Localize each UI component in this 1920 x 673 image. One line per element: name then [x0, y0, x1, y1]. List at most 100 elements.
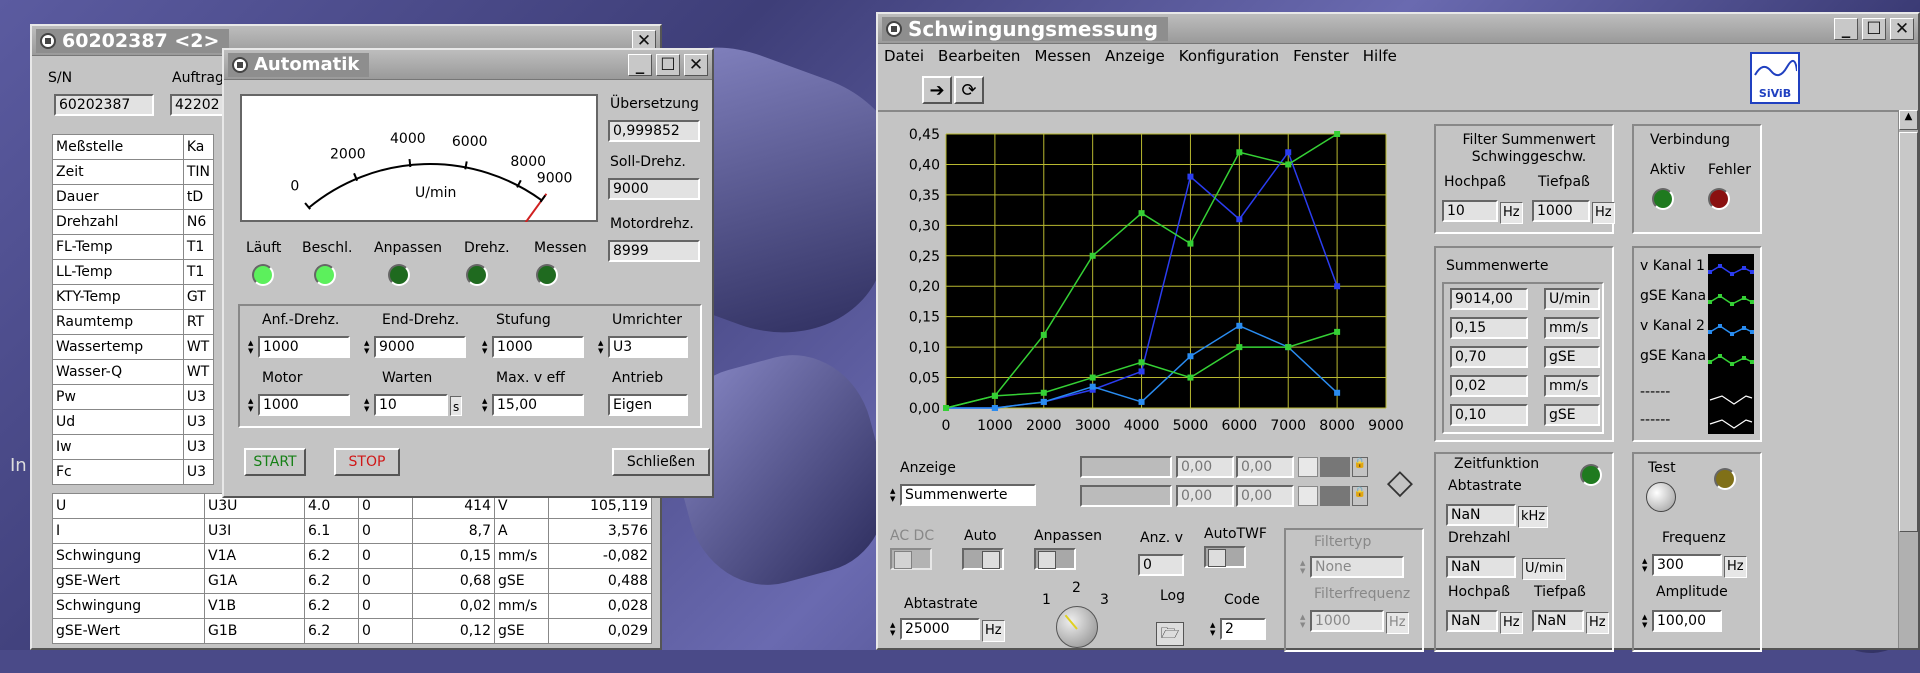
folder-icon[interactable]: 🗁: [1156, 622, 1184, 646]
abtast-field[interactable]: 25000: [900, 618, 980, 640]
table-row[interactable]: Schwingung V1A 6.2 0 0,15 mm/s -0,082: [52, 543, 652, 569]
end-field[interactable]: 9000: [374, 336, 466, 358]
table-row[interactable]: LL-Temp T1: [52, 259, 215, 285]
menu-messen[interactable]: Messen: [1034, 47, 1091, 65]
stepper-icon[interactable]: ▲ ▼: [1300, 610, 1308, 632]
auftrag-field[interactable]: 42202: [170, 94, 230, 116]
table-row[interactable]: Wassertemp WT: [52, 334, 215, 360]
stepper-icon[interactable]: ▲ ▼: [890, 618, 898, 640]
status-led: [536, 264, 558, 286]
table-row[interactable]: gSE-Wert G1A 6.2 0 0,68 gSE 0,488: [52, 568, 652, 594]
anpassen-switch[interactable]: [1034, 548, 1076, 570]
menu-anzeige[interactable]: Anzeige: [1105, 47, 1165, 65]
table-row[interactable]: Dauer tD: [52, 184, 215, 210]
refresh-icon[interactable]: ⟳: [954, 76, 984, 104]
stepper-icon[interactable]: ▲ ▼: [364, 336, 372, 358]
sn-label: S/N: [48, 70, 73, 86]
lock-icon[interactable]: 🔒: [1352, 486, 1368, 506]
tp-field[interactable]: 1000: [1532, 200, 1590, 222]
code-field[interactable]: 2: [1220, 618, 1266, 640]
stepper-icon[interactable]: ▲ ▼: [1642, 554, 1650, 576]
anf-field[interactable]: 1000: [258, 336, 350, 358]
table-row[interactable]: Ud U3: [52, 409, 215, 435]
auto-switch[interactable]: [962, 548, 1004, 570]
filtertyp-field[interactable]: None: [1310, 556, 1404, 578]
table-row[interactable]: Raumtemp RT: [52, 309, 215, 335]
acdc-switch[interactable]: [890, 548, 932, 570]
uebersetzung-field[interactable]: 0,999852: [608, 120, 700, 142]
anzeige-field[interactable]: Summenwerte: [900, 484, 1036, 506]
stepper-icon[interactable]: ▲ ▼: [364, 394, 372, 416]
stepper-icon[interactable]: ▲ ▼: [482, 394, 490, 416]
hp-field[interactable]: 10: [1442, 200, 1498, 222]
filterfreq-field[interactable]: 1000: [1310, 610, 1384, 632]
table-cell: KTY-Temp: [52, 284, 184, 310]
table-row[interactable]: Drehzahl N6: [52, 209, 215, 235]
table-row[interactable]: Zeit TIN: [52, 159, 215, 185]
close-icon[interactable]: ✕: [1890, 17, 1914, 40]
stop-button[interactable]: STOP: [334, 448, 400, 476]
freq-field[interactable]: 300: [1652, 554, 1722, 576]
vertical-scrollbar[interactable]: ▲: [1898, 110, 1918, 648]
table-row[interactable]: Fc U3: [52, 459, 215, 485]
data-point: [1187, 374, 1194, 381]
menu-hilfe[interactable]: Hilfe: [1363, 47, 1397, 65]
stepper-icon[interactable]: ▲ ▼: [1300, 556, 1308, 578]
legend-label: v Kanal 1: [1640, 258, 1705, 274]
maximize-icon[interactable]: ☐: [1862, 17, 1886, 40]
run-arrow-icon[interactable]: ➔: [922, 76, 952, 104]
sn-field[interactable]: 60202387: [54, 94, 154, 116]
scroll-thumb[interactable]: [1899, 132, 1918, 532]
soll-field[interactable]: 9000: [608, 178, 700, 200]
motor2-field[interactable]: 1000: [258, 394, 350, 416]
table-row[interactable]: Schwingung V1B 6.2 0 0,02 mm/s 0,028: [52, 593, 652, 619]
close-button[interactable]: Schließen: [612, 448, 710, 476]
table-row[interactable]: Pw U3: [52, 384, 215, 410]
stuf-field[interactable]: 1000: [492, 336, 584, 358]
maxv-field[interactable]: 15,00: [492, 394, 584, 416]
title-bar[interactable]: Automatik _ ☐ ✕: [224, 50, 712, 80]
minimize-icon[interactable]: _: [628, 53, 652, 76]
autotwf-switch[interactable]: [1204, 546, 1246, 568]
stepper-icon[interactable]: ▲ ▼: [1642, 610, 1650, 632]
stepper-icon[interactable]: ▲ ▼: [248, 394, 256, 416]
warten-field[interactable]: 10: [374, 394, 448, 416]
menu-bearbeiten[interactable]: Bearbeiten: [938, 47, 1020, 65]
range-knob[interactable]: [1056, 606, 1098, 648]
gauge-tick-label: 2000: [330, 147, 366, 163]
minimize-icon[interactable]: _: [1834, 17, 1858, 40]
summen-value: 0,15: [1450, 317, 1528, 339]
stepper-icon[interactable]: ▲ ▼: [890, 484, 898, 506]
cursor-swatch: [1320, 457, 1350, 477]
menu-konfiguration[interactable]: Konfiguration: [1179, 47, 1279, 65]
test-button[interactable]: [1646, 482, 1676, 512]
menu-datei[interactable]: Datei: [884, 47, 924, 65]
y-tick-label: 0,35: [909, 188, 940, 204]
scroll-up-icon[interactable]: ▲: [1899, 110, 1918, 130]
table-cell: LL-Temp: [52, 259, 184, 285]
maximize-icon[interactable]: ☐: [656, 53, 680, 76]
code-label: Code: [1224, 592, 1260, 608]
motor-field[interactable]: 8999: [608, 240, 700, 262]
table-row[interactable]: gSE-Wert G1B 6.2 0 0,12 gSE 0,029: [52, 618, 652, 644]
table-row[interactable]: Iw U3: [52, 434, 215, 460]
antrieb-field[interactable]: Eigen: [608, 394, 688, 416]
table-row[interactable]: I U3I 6.1 0 8,7 A 3,576: [52, 518, 652, 544]
lock-icon[interactable]: 🔒: [1352, 457, 1368, 477]
cursor-move-icon[interactable]: ◇: [1378, 460, 1422, 504]
cursor-field: [1080, 456, 1172, 478]
start-button[interactable]: START: [244, 448, 306, 476]
table-row[interactable]: Wasser-Q WT: [52, 359, 215, 385]
amp-field[interactable]: 100,00: [1652, 610, 1722, 632]
table-row[interactable]: KTY-Temp GT: [52, 284, 215, 310]
stepper-icon[interactable]: ▲ ▼: [1210, 618, 1218, 640]
stepper-icon[interactable]: ▲ ▼: [482, 336, 490, 358]
umr-field[interactable]: U3: [608, 336, 688, 358]
menu-fenster[interactable]: Fenster: [1293, 47, 1349, 65]
table-row[interactable]: FL-Temp T1: [52, 234, 215, 260]
stepper-icon[interactable]: ▲ ▼: [248, 336, 256, 358]
close-icon[interactable]: ✕: [684, 53, 708, 76]
title-bar[interactable]: Schwingungsmessung _ ☐ ✕: [878, 14, 1918, 44]
anzv-field[interactable]: 0: [1138, 554, 1184, 576]
stepper-icon[interactable]: ▲ ▼: [598, 336, 606, 358]
